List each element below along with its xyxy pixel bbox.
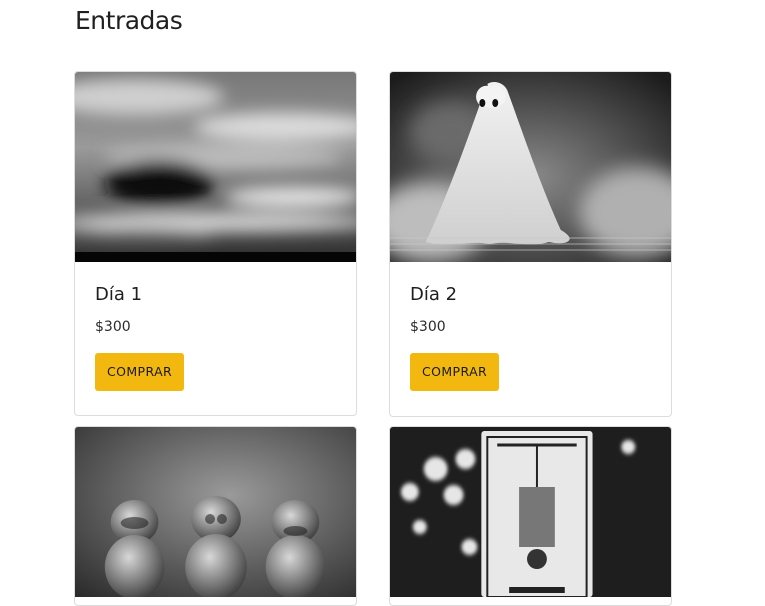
card-1-price: $300 bbox=[95, 319, 131, 335]
card-1-title: Día 1 bbox=[95, 284, 143, 305]
card-2-price: $300 bbox=[410, 319, 446, 335]
card-2-title: Día 2 bbox=[410, 284, 458, 305]
page-title: Entradas bbox=[75, 6, 183, 35]
card-4-image bbox=[390, 427, 671, 597]
ticket-card-1: Día 1 $300 COMPRAR bbox=[74, 71, 357, 416]
card-2-buy-button[interactable]: COMPRAR bbox=[410, 353, 500, 391]
card-1-image bbox=[75, 72, 356, 262]
card-2-image bbox=[390, 72, 671, 262]
ticket-card-2: Día 2 $300 COMPRAR bbox=[389, 71, 672, 417]
card-1-buy-button[interactable]: COMPRAR bbox=[95, 353, 185, 391]
ticket-card-4 bbox=[389, 426, 672, 606]
ticket-card-3 bbox=[74, 426, 357, 606]
card-3-image bbox=[75, 427, 356, 597]
